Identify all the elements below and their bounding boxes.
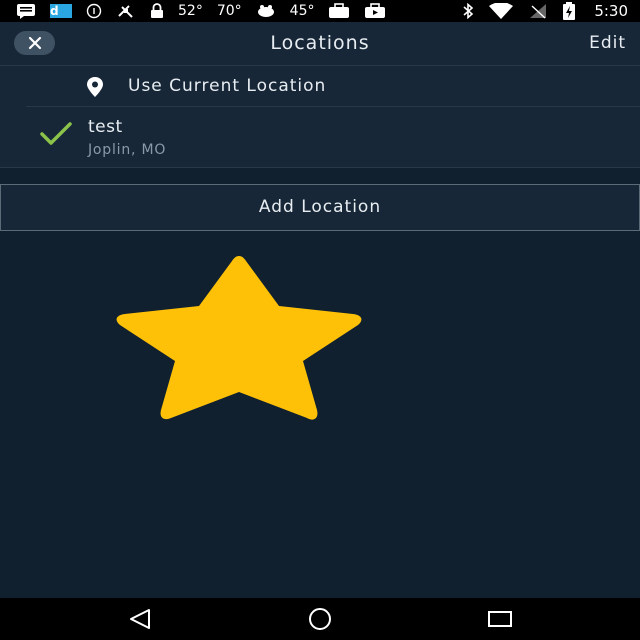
back-button[interactable]: [125, 606, 155, 632]
bluetooth-icon: [462, 3, 474, 19]
close-button[interactable]: [14, 31, 55, 55]
lock-icon: [150, 3, 164, 19]
location-name: test: [88, 117, 123, 137]
clock-time: 5:30: [594, 2, 628, 20]
info-icon: [86, 3, 102, 19]
close-icon: [28, 36, 41, 50]
temp-1: 52°: [178, 3, 203, 19]
briefcase-play-icon: [364, 3, 386, 19]
checkmark-icon: [40, 122, 72, 145]
weather-icon: [256, 3, 276, 19]
star-icon: [116, 256, 362, 420]
no-signal-icon: [528, 3, 548, 19]
location-subtitle: Joplin, MO: [88, 142, 167, 158]
use-current-location-label: Use Current Location: [128, 76, 327, 96]
status-bar: d 52° 70° 45° 5:30: [0, 0, 640, 22]
recents-square-icon: [488, 611, 512, 627]
wifi-icon: [488, 3, 514, 19]
nav-bar: [0, 598, 640, 640]
briefcase-icon: [328, 3, 350, 19]
divider: [26, 106, 640, 107]
battery-icon: [562, 2, 576, 20]
use-current-location-row[interactable]: Use Current Location: [0, 66, 640, 107]
edit-button[interactable]: Edit: [589, 22, 626, 65]
status-bar-right: 5:30: [462, 0, 628, 22]
temp-2: 70°: [216, 3, 242, 19]
d-app-icon: d: [50, 4, 72, 18]
recents-button[interactable]: [485, 606, 515, 632]
page-title: Locations: [270, 32, 370, 54]
add-location-button[interactable]: Add Location: [0, 184, 640, 231]
message-icon: [16, 3, 36, 19]
location-item[interactable]: test Joplin, MO: [0, 108, 640, 167]
status-bar-left: d 52° 70° 45°: [16, 0, 400, 22]
locations-list: Use Current Location test Joplin, MO: [0, 66, 640, 168]
satellite-icon: [116, 3, 136, 19]
home-button[interactable]: [305, 606, 335, 632]
app-header: Locations Edit: [0, 22, 640, 66]
back-triangle-icon: [130, 609, 150, 629]
home-circle-icon: [309, 608, 331, 630]
location-pin-icon: [87, 77, 103, 97]
temp-3: 45°: [289, 3, 315, 19]
